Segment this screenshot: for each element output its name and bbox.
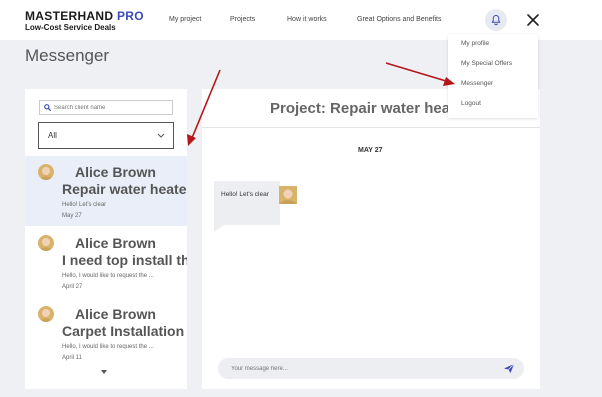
filter-dropdown[interactable]: All — [38, 122, 174, 149]
conversation-client-name: Alice Brown — [75, 306, 156, 322]
page-title: Messenger — [25, 46, 110, 65]
client-search-field[interactable] — [39, 100, 173, 115]
search-icon — [44, 104, 51, 111]
brand-accent-text: PRO — [116, 9, 144, 23]
conversation-item[interactable]: Alice Brown I need top install the Hello… — [25, 227, 187, 297]
brand-logo[interactable]: MASTERHAND PRO — [25, 9, 144, 23]
send-icon[interactable] — [503, 363, 515, 374]
conversation-project: Carpet Installation — [62, 323, 185, 339]
nav-my-project[interactable]: My project — [169, 16, 201, 23]
notifications-button[interactable] — [485, 9, 507, 31]
message-bubble — [214, 181, 280, 225]
menu-item-logout[interactable]: Logout — [461, 100, 481, 107]
search-input[interactable] — [54, 102, 169, 113]
conversation-preview: Hello! Let's clear — [62, 202, 107, 208]
nav-how-it-works[interactable]: How it works — [287, 16, 327, 23]
nav-great-options[interactable]: Great Options and Benefits — [357, 16, 441, 23]
chevron-down-icon — [157, 133, 165, 138]
brand-tagline: Low-Cost Service Deals — [25, 23, 116, 32]
conversation-project: I need top install the — [62, 252, 187, 268]
conversation-item[interactable]: Alice Brown Carpet Installation Hello, I… — [25, 298, 187, 368]
conversation-preview: Hello, I would like to request the ... — [62, 273, 154, 279]
conversation-client-name: Alice Brown — [75, 164, 156, 180]
date-separator: MAY 27 — [358, 147, 383, 154]
chat-header-divider — [202, 127, 540, 128]
brand-main-text: MASTERHAND — [25, 9, 114, 23]
scroll-down-icon[interactable] — [100, 369, 108, 375]
annotation-arrow — [385, 62, 455, 86]
conversation-list-panel: All Alice Brown Repair water heater Hell… — [25, 89, 187, 389]
avatar — [38, 306, 54, 322]
bell-icon — [491, 15, 501, 26]
message-bubble-tail — [214, 225, 224, 232]
conversation-date: May 27 — [62, 213, 82, 219]
chat-project-title: Project: Repair water heater — [270, 100, 470, 117]
conversation-preview: Hello, I would like to request the ... — [62, 344, 154, 350]
filter-selected-value: All — [48, 131, 57, 140]
close-icon[interactable] — [526, 13, 540, 27]
chat-panel: Project: Repair water heater MAY 27 Hell… — [202, 89, 540, 389]
nav-projects[interactable]: Projects — [230, 16, 255, 23]
menu-item-messenger[interactable]: Messenger — [461, 80, 493, 87]
conversation-date: April 27 — [62, 284, 83, 290]
user-dropdown-menu: My profile My Special Offers Messenger L… — [448, 34, 538, 118]
menu-item-special-offers[interactable]: My Special Offers — [461, 60, 512, 67]
menu-item-my-profile[interactable]: My profile — [461, 40, 489, 47]
conversation-project: Repair water heater — [62, 181, 187, 197]
message-input[interactable] — [231, 363, 491, 374]
avatar — [38, 164, 54, 180]
avatar — [279, 186, 297, 204]
message-text: Hello! Let's clear — [221, 191, 269, 198]
conversation-item[interactable]: Alice Brown Repair water heater Hello! L… — [25, 156, 187, 226]
message-composer[interactable] — [218, 358, 524, 379]
conversation-client-name: Alice Brown — [75, 235, 156, 251]
avatar — [38, 235, 54, 251]
conversation-date: April 11 — [62, 355, 82, 361]
